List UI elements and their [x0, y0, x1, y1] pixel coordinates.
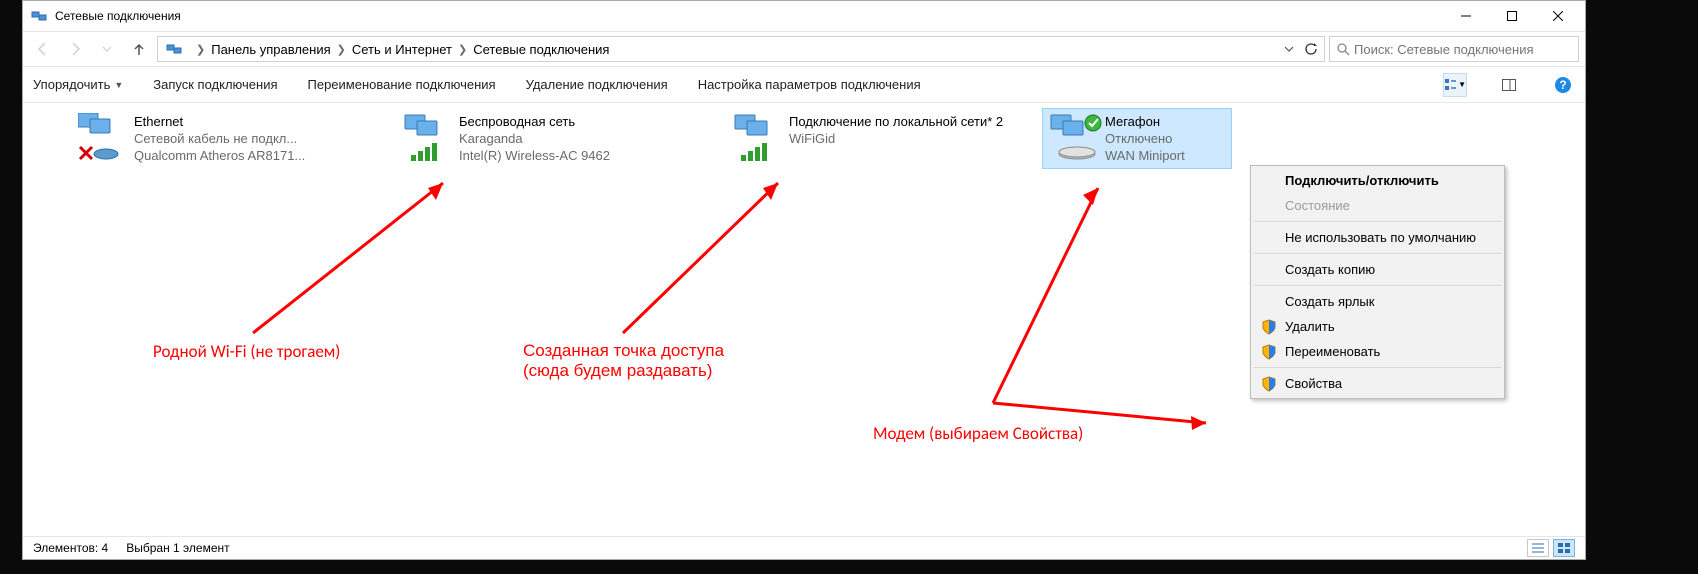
- view-options-button[interactable]: ▼: [1443, 73, 1467, 97]
- connections-list[interactable]: Ethernet Сетевой кабель не подкл... Qual…: [23, 103, 1585, 536]
- annotation-modem: Модем (выбираем Свойства): [873, 423, 1083, 444]
- command-bar: Упорядочить▼ Запуск подключения Переимен…: [23, 67, 1585, 103]
- status-selection: Выбран 1 элемент: [126, 541, 229, 555]
- chevron-right-icon: ❯: [458, 43, 467, 56]
- delete-connection-button[interactable]: Удаление подключения: [526, 77, 668, 92]
- shield-icon: [1261, 376, 1277, 392]
- ctx-create-shortcut[interactable]: Создать ярлык: [1253, 289, 1502, 314]
- back-button[interactable]: [29, 35, 57, 63]
- search-icon: [1336, 42, 1350, 56]
- up-button[interactable]: [125, 35, 153, 63]
- connection-name: Ethernet: [134, 113, 305, 130]
- help-button[interactable]: ?: [1551, 73, 1575, 97]
- explorer-window: Сетевые подключения ❯ Панель управления …: [22, 0, 1586, 560]
- preview-pane-button[interactable]: [1497, 73, 1521, 97]
- annotation-native-wifi: Родной Wi-Fi (не трогаем): [153, 341, 340, 362]
- minimize-button[interactable]: [1443, 1, 1489, 31]
- connection-item-wireless[interactable]: Беспроводная сеть Karaganda Intel(R) Wir…: [403, 113, 610, 164]
- connection-settings-button[interactable]: Настройка параметров подключения: [698, 77, 921, 92]
- context-menu: Подключить/отключить Состояние Не исполь…: [1250, 165, 1505, 399]
- connection-status: Сетевой кабель не подкл...: [134, 130, 305, 147]
- chevron-right-icon: ❯: [196, 43, 205, 56]
- menu-separator: [1254, 367, 1501, 368]
- breadcrumb-seg-control-panel[interactable]: Панель управления: [211, 42, 330, 57]
- connection-status: WiFiGid: [789, 130, 1003, 147]
- breadcrumb-seg-network-internet[interactable]: Сеть и Интернет: [352, 42, 452, 57]
- start-connection-button[interactable]: Запуск подключения: [153, 77, 277, 92]
- refresh-icon[interactable]: [1304, 42, 1318, 56]
- breadcrumb[interactable]: ❯ Панель управления ❯ Сеть и Интернет ❯ …: [157, 36, 1325, 62]
- ctx-rename[interactable]: Переименовать: [1253, 339, 1502, 364]
- breadcrumb-seg-network-connections[interactable]: Сетевые подключения: [473, 42, 609, 57]
- close-button[interactable]: [1535, 1, 1581, 31]
- ctx-properties[interactable]: Свойства: [1253, 371, 1502, 396]
- shield-icon: [1261, 319, 1277, 335]
- recent-locations-button[interactable]: [93, 35, 121, 63]
- ctx-no-default[interactable]: Не использовать по умолчанию: [1253, 225, 1502, 250]
- connection-device: Intel(R) Wireless-AC 9462: [459, 147, 610, 164]
- ctx-status: Состояние: [1253, 193, 1502, 218]
- window-title: Сетевые подключения: [55, 9, 1443, 23]
- ctx-delete[interactable]: Удалить: [1253, 314, 1502, 339]
- svg-text:?: ?: [1559, 78, 1566, 92]
- chevron-down-icon: ▼: [114, 80, 123, 90]
- connection-item-ethernet[interactable]: Ethernet Сетевой кабель не подкл... Qual…: [78, 113, 305, 164]
- titlebar: Сетевые подключения: [23, 1, 1585, 31]
- chevron-right-icon: ❯: [337, 43, 346, 56]
- connection-name: Беспроводная сеть: [459, 113, 610, 130]
- menu-separator: [1254, 253, 1501, 254]
- connection-name: Подключение по локальной сети* 2: [789, 113, 1003, 130]
- connection-item-hotspot[interactable]: Подключение по локальной сети* 2 WiFiGid: [733, 113, 1003, 161]
- connection-device: WAN Miniport: [1105, 147, 1185, 164]
- network-adapter-icon: [403, 113, 451, 161]
- connection-status: Отключено: [1105, 130, 1185, 147]
- chevron-down-icon: ▼: [1458, 80, 1466, 89]
- maximize-button[interactable]: [1489, 1, 1535, 31]
- network-adapter-icon: [1049, 113, 1097, 161]
- menu-separator: [1254, 285, 1501, 286]
- organize-button[interactable]: Упорядочить▼: [33, 77, 123, 92]
- network-adapter-icon: [733, 113, 781, 161]
- view-large-icons-button[interactable]: [1553, 539, 1575, 557]
- ctx-create-copy[interactable]: Создать копию: [1253, 257, 1502, 282]
- network-connections-icon: [31, 8, 47, 24]
- connection-status: Karaganda: [459, 130, 610, 147]
- search-input[interactable]: [1354, 42, 1572, 57]
- status-item-count: Элементов: 4: [33, 541, 108, 555]
- ctx-connect-disconnect[interactable]: Подключить/отключить: [1253, 168, 1502, 193]
- network-adapter-icon: [78, 113, 126, 161]
- network-connections-icon: [164, 39, 184, 59]
- menu-separator: [1254, 221, 1501, 222]
- rename-connection-button[interactable]: Переименование подключения: [308, 77, 496, 92]
- chevron-down-icon[interactable]: [1284, 44, 1294, 54]
- annotation-hotspot: Созданная точка доступа (сюда будем разд…: [523, 341, 724, 381]
- view-details-button[interactable]: [1527, 539, 1549, 557]
- connection-item-megafon[interactable]: Мегафон Отключено WAN Miniport: [1043, 109, 1231, 168]
- search-box[interactable]: [1329, 36, 1579, 62]
- connection-device: Qualcomm Atheros AR8171...: [134, 147, 305, 164]
- connection-name: Мегафон: [1105, 113, 1185, 130]
- status-bar: Элементов: 4 Выбран 1 элемент: [23, 536, 1585, 559]
- address-bar-row: ❯ Панель управления ❯ Сеть и Интернет ❯ …: [23, 31, 1585, 67]
- forward-button[interactable]: [61, 35, 89, 63]
- shield-icon: [1261, 344, 1277, 360]
